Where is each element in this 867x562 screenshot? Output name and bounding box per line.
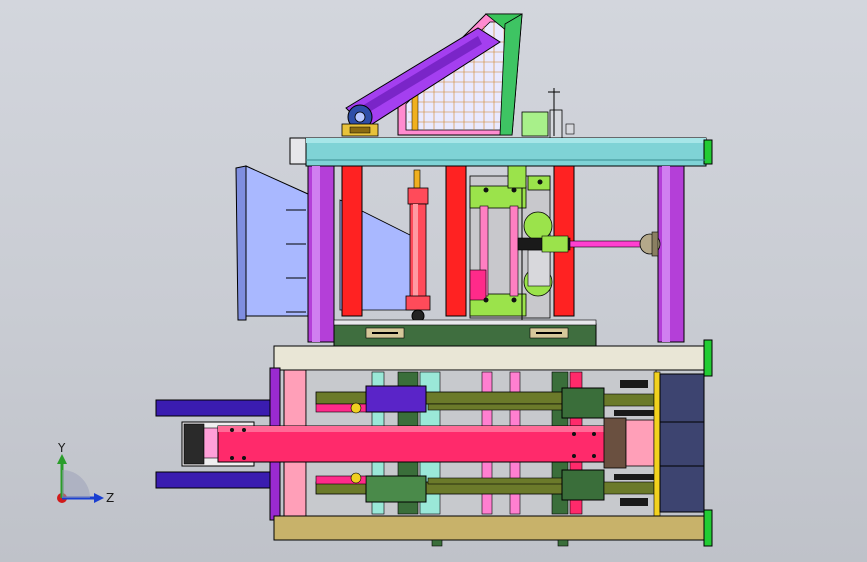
upper-base	[333, 319, 597, 347]
hopper-bracket	[521, 88, 575, 139]
center-column	[469, 165, 553, 346]
top-frame-plate	[289, 137, 713, 167]
vertical-cylinder	[405, 169, 431, 323]
z-axis-label: Z	[106, 491, 114, 505]
y-axis-label: Y	[57, 441, 66, 455]
assembly-drawing	[155, 13, 713, 547]
main-beam	[181, 421, 607, 467]
orientation-triad: Y Z	[57, 441, 114, 505]
cad-viewport[interactable]: Y Z	[0, 0, 867, 562]
